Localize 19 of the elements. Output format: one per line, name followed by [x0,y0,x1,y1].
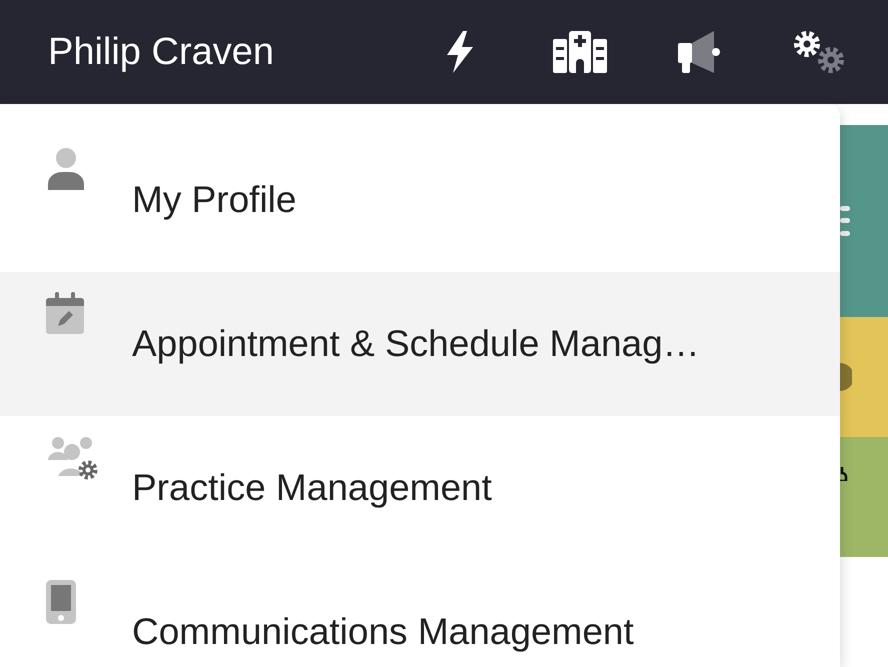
menu-item[interactable]: Appointment & Schedule Manag… [0,272,840,416]
menu-label: Practice Management [132,466,492,510]
dashboard-tile[interactable] [840,125,888,317]
people-gear-icon [46,436,100,480]
dashboard-tile[interactable] [840,437,888,557]
menu-item[interactable]: Communications Management [0,560,840,667]
calendar-icon [46,292,84,334]
phone-icon [46,580,76,624]
menu-icon [840,206,850,236]
menu-item[interactable]: Practice Management [0,416,840,560]
menu-item[interactable]: My Profile [0,128,840,272]
person-icon [46,148,86,190]
megaphone-icon[interactable] [678,31,722,73]
menu-label: Appointment & Schedule Manag… [132,322,700,366]
dashboard-tile[interactable] [840,317,888,437]
menu-label: Communications Management [132,610,634,654]
hospital-icon[interactable] [553,31,607,73]
settings-icon[interactable] [793,30,847,74]
menu-label: My Profile [132,178,296,222]
